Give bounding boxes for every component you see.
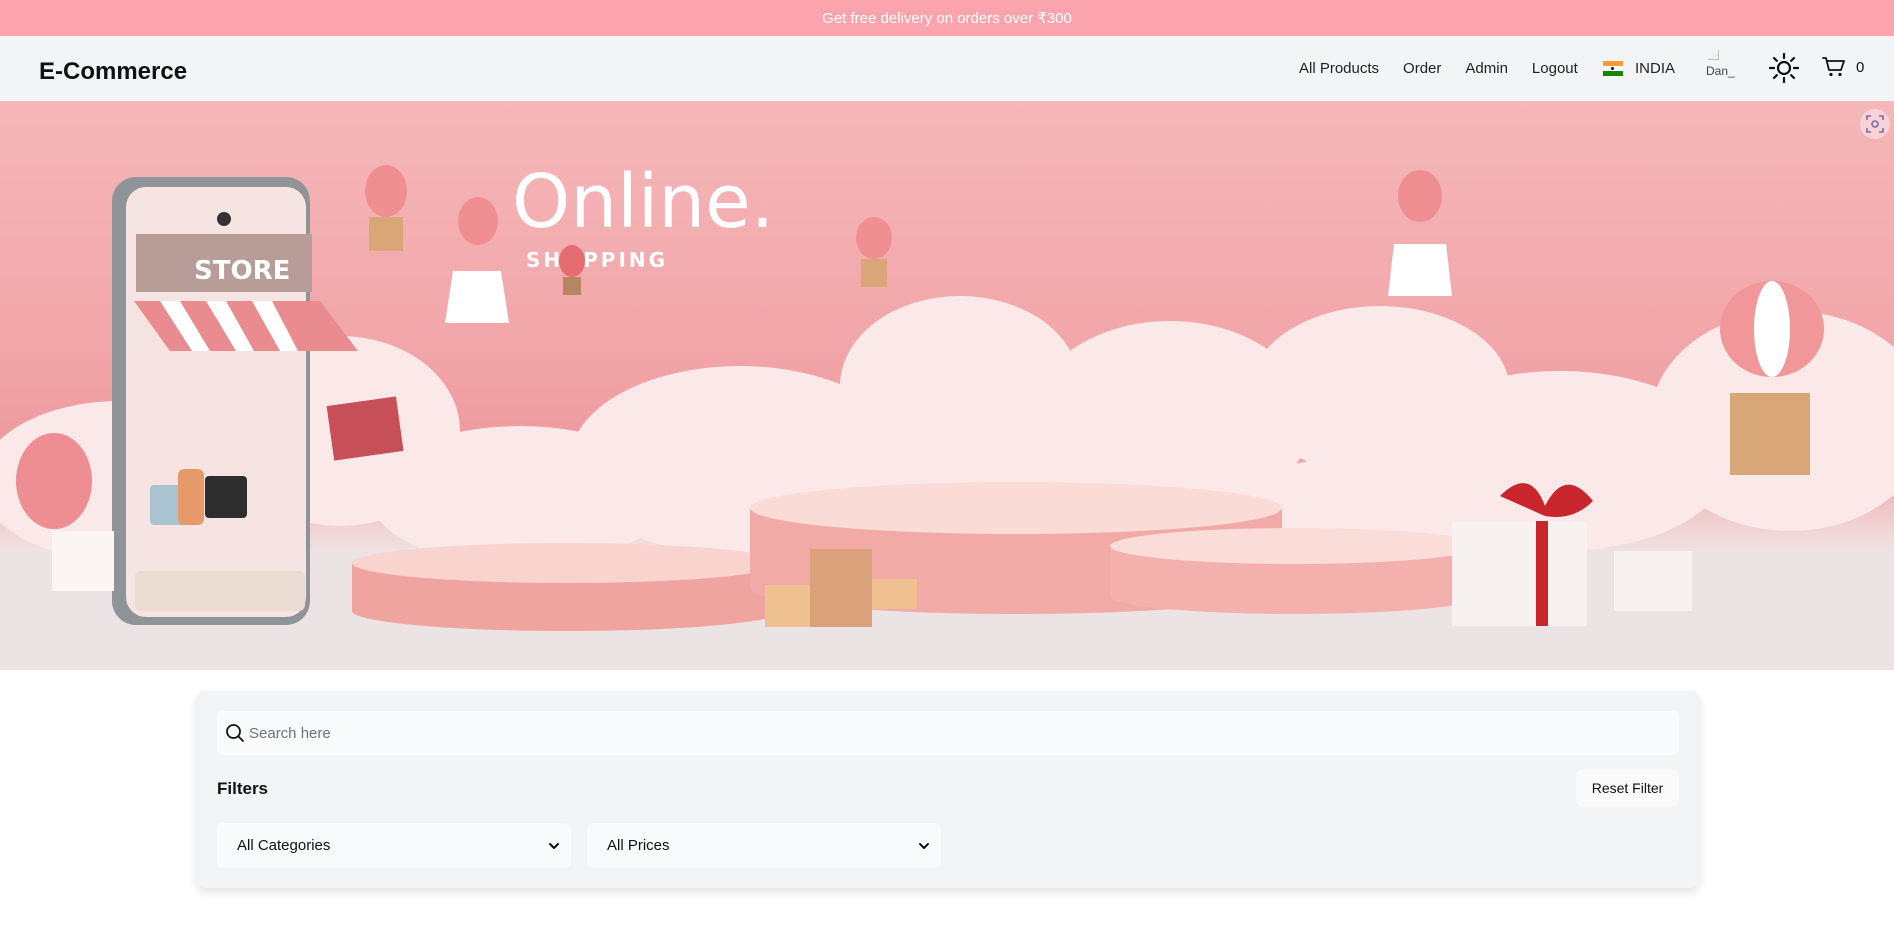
country-label: INDIA — [1635, 60, 1676, 77]
filter-panel: Filters Reset Filter All Categories All … — [197, 691, 1699, 888]
india-flag-icon — [1603, 61, 1623, 76]
scan-icon — [1866, 115, 1884, 133]
price-select-value: All Prices — [607, 837, 670, 854]
promo-bar: Get free delivery on orders over ₹300 — [0, 0, 1894, 36]
cart-button[interactable]: 0 — [1822, 56, 1864, 78]
broken-image-icon — [1708, 49, 1719, 60]
store-sign: STORE — [194, 256, 290, 286]
filters-title: Filters — [217, 779, 269, 798]
brand-logo[interactable]: E-Commerce — [39, 58, 187, 86]
category-select-value: All Categories — [237, 837, 331, 854]
nav-link-order[interactable]: Order — [1403, 60, 1441, 77]
price-select[interactable]: All Prices — [587, 823, 941, 868]
hero-illustration: Online. SHOPPING STORE — [0, 159, 1894, 670]
sun-icon — [1768, 52, 1800, 84]
hero-subheadline: SHOPPING — [526, 248, 668, 272]
category-select[interactable]: All Categories — [217, 823, 571, 868]
hero-headline: Online. — [512, 159, 774, 245]
chevron-down-icon — [919, 842, 929, 849]
nav-links: All Products Order Admin Logout — [1299, 60, 1578, 77]
search-input[interactable] — [217, 711, 1679, 755]
country-selector[interactable]: INDIA — [1603, 60, 1675, 77]
navbar: E-Commerce All Products Order Admin Logo… — [0, 36, 1894, 101]
search-box — [217, 711, 1679, 755]
reset-filter-button[interactable]: Reset Filter — [1576, 770, 1679, 806]
theme-toggle-button[interactable] — [1768, 52, 1800, 84]
visual-search-button[interactable] — [1860, 109, 1890, 139]
chevron-down-icon — [549, 842, 559, 849]
cart-icon — [1822, 57, 1845, 77]
promo-text: Get free delivery on orders over ₹300 — [822, 10, 1072, 27]
search-icon — [226, 724, 244, 742]
avatar-alt-text: Dan_ — [1706, 64, 1735, 78]
hero-banner: Online. SHOPPING STORE — [0, 101, 1894, 670]
cart-count: 0 — [1856, 58, 1865, 76]
nav-link-admin[interactable]: Admin — [1465, 60, 1508, 77]
avatar[interactable]: Dan_ — [1706, 49, 1744, 87]
nav-link-all-products[interactable]: All Products — [1299, 60, 1379, 77]
nav-link-logout[interactable]: Logout — [1532, 60, 1578, 77]
